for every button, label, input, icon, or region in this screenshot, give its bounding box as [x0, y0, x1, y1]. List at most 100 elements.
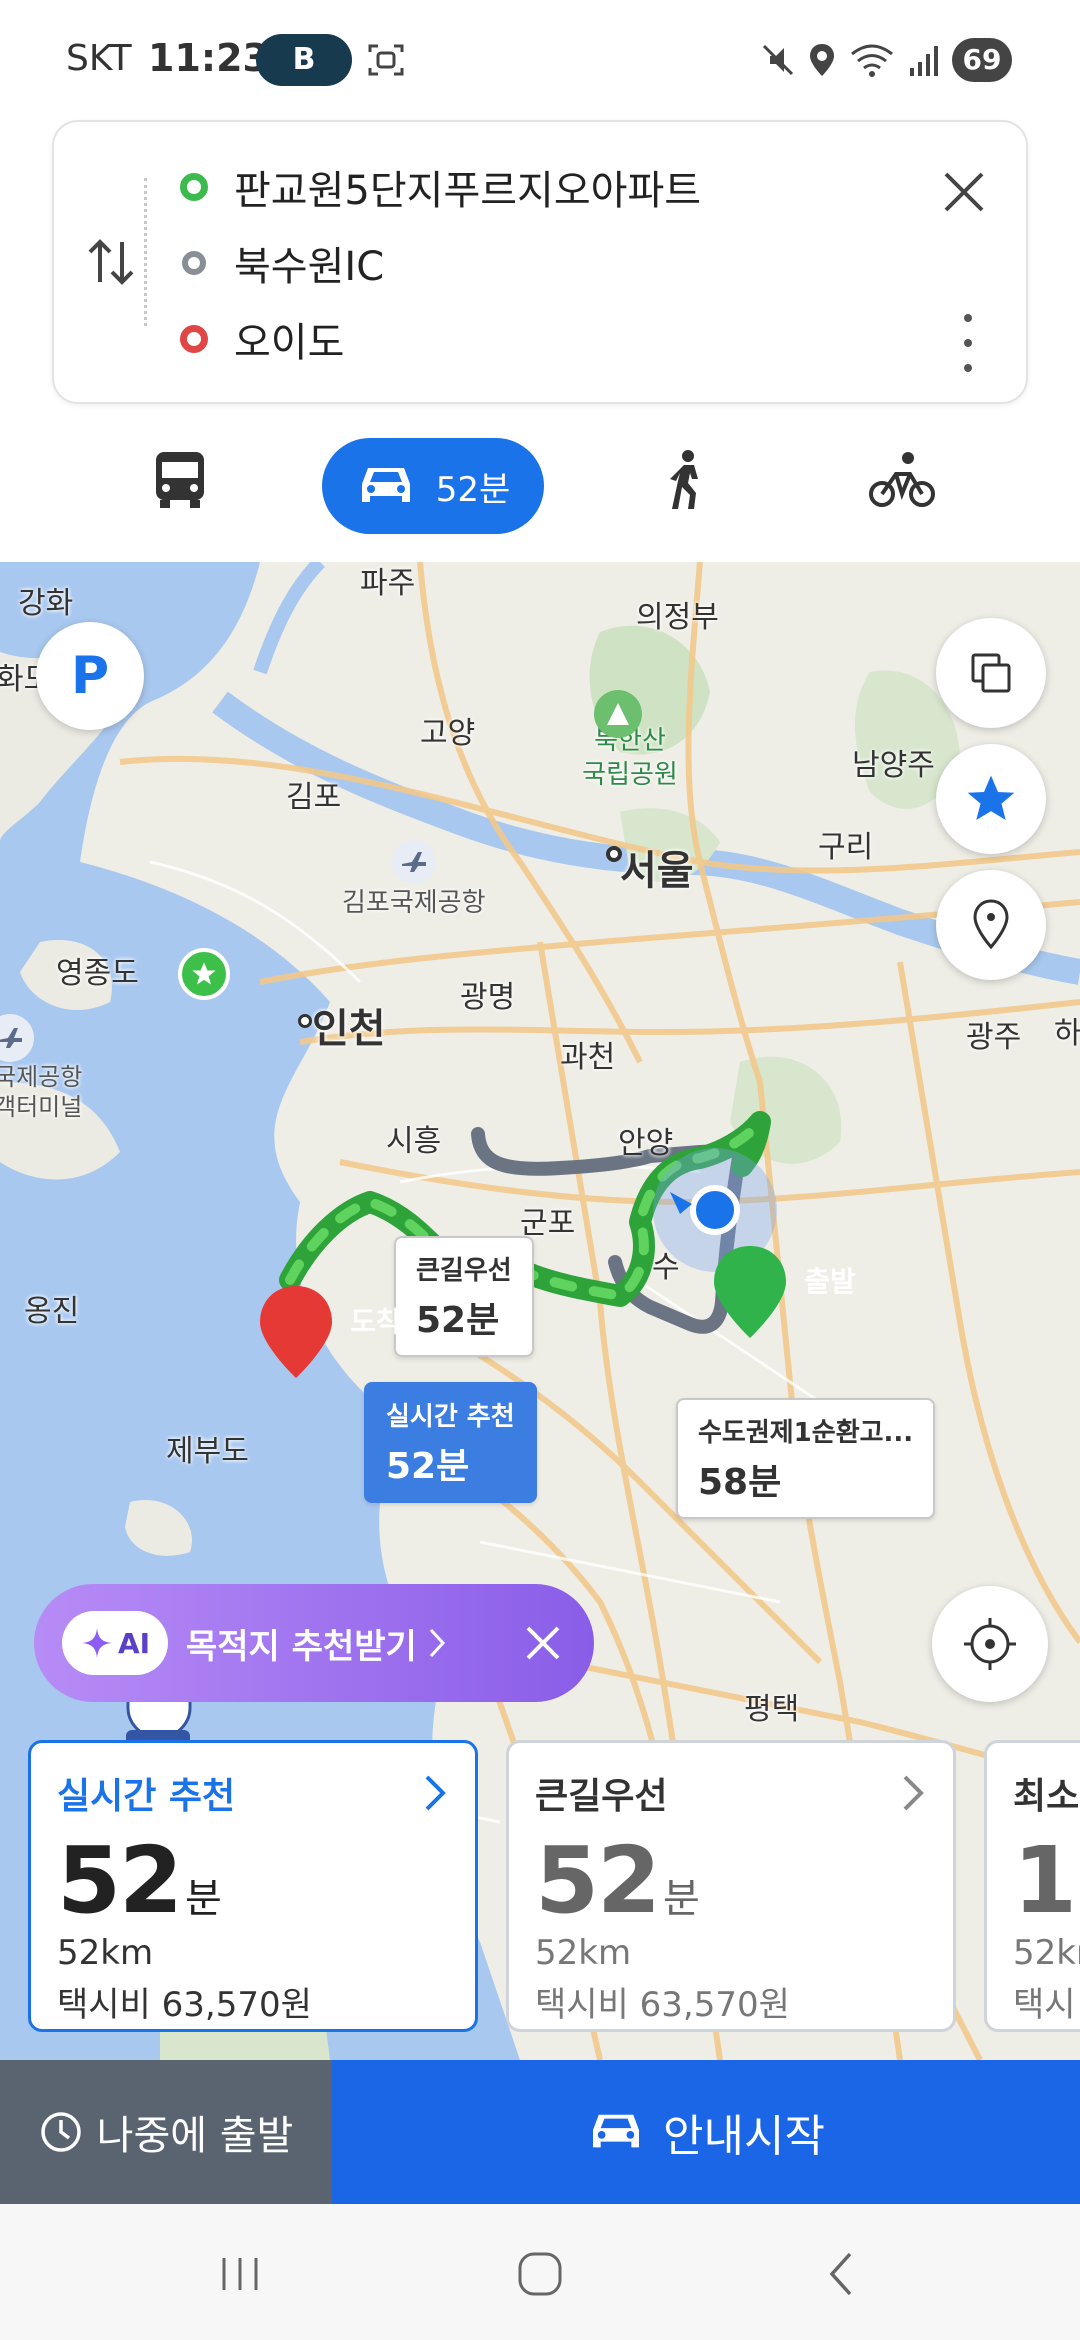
route-option-minimum[interactable]: 최소 1 시 52km 택시	[984, 1740, 1080, 2032]
layers-button[interactable]	[936, 618, 1046, 728]
car-duration-label: 52분	[435, 469, 511, 510]
app-badge: B	[256, 34, 352, 86]
tab-car[interactable]: 52분	[322, 438, 544, 534]
place-label: 제부도	[166, 1434, 249, 1469]
screenshot-icon	[368, 44, 404, 76]
bus-icon	[156, 452, 204, 508]
chevron-right-icon	[429, 1628, 445, 1658]
callout-title: 실시간 추천	[386, 1402, 515, 1432]
signal-icon	[910, 46, 938, 76]
carrier-label: SKT	[66, 38, 132, 79]
chevron-right-icon	[425, 1775, 446, 1811]
place-label: 안양	[618, 1126, 674, 1161]
route-option-realtime[interactable]: 실시간 추천 52 분 52km 택시비 63,570원	[28, 1740, 478, 2032]
walk-icon	[670, 450, 698, 509]
destination-pin[interactable]: 도착	[256, 1284, 402, 1380]
favorite-place-marker[interactable]	[178, 948, 230, 1000]
route-option-minutes: 52	[57, 1827, 183, 1934]
route-option-minutes: 52	[535, 1827, 661, 1934]
system-nav-bar	[0, 2204, 1080, 2340]
clock: 11:23	[148, 36, 269, 80]
status-bar: SKT 11:23 B 69	[0, 0, 1080, 118]
mute-icon	[762, 44, 794, 76]
place-label: 고양	[420, 716, 476, 751]
back-icon[interactable]	[812, 2244, 872, 2304]
recent-apps-icon[interactable]	[210, 2244, 270, 2304]
route-option-bigroad[interactable]: 큰길우선 52 분 52km 택시비 63,570원	[506, 1740, 956, 2032]
route-option-distance: 52km	[1013, 1933, 1080, 1973]
destination-field[interactable]: 오이도	[234, 310, 344, 368]
route-option-minutes: 1	[1013, 1827, 1077, 1934]
route-callout-ring[interactable]: 수도권제1순환고... 58분	[676, 1398, 936, 1519]
route-option-title: 실시간 추천	[57, 1776, 236, 1817]
destination-dot	[180, 325, 208, 353]
location-icon	[810, 44, 834, 76]
tab-walk[interactable]	[636, 430, 736, 530]
waypoint-row[interactable]: 북수원IC	[180, 234, 384, 292]
my-location-button[interactable]	[932, 1586, 1048, 1702]
place-label: 김포국제공항	[342, 888, 486, 918]
route-option-fare: 택시	[1013, 1985, 1076, 2025]
clock-icon	[40, 2112, 81, 2152]
destination-row[interactable]: 오이도	[180, 310, 344, 368]
route-option-time: 52 분	[57, 1833, 449, 1929]
car-icon	[361, 468, 410, 502]
close-icon[interactable]	[520, 1620, 566, 1666]
place-label: 구리	[818, 830, 874, 865]
callout-title: 수도권제1순환고...	[698, 1418, 914, 1448]
place-label: 영종도	[56, 956, 139, 991]
place-label: 수	[652, 1250, 680, 1285]
depart-later-label: 나중에 출발	[96, 2113, 294, 2159]
route-option-title: 최소	[1013, 1776, 1080, 1817]
start-navigation-button[interactable]: 안내시작	[332, 2060, 1080, 2204]
route-options: 실시간 추천 52 분 52km 택시비 63,570원 큰길우선 52 분 5…	[0, 1728, 1080, 2068]
place-label: 광명	[460, 980, 516, 1015]
callout-time: 52분	[386, 1446, 470, 1487]
layers-icon	[971, 653, 1011, 693]
city-marker	[606, 846, 622, 862]
parking-button[interactable]: P	[36, 622, 144, 730]
origin-field[interactable]: 판교원5단지푸르지오아파트	[234, 158, 701, 216]
city-marker	[298, 1014, 312, 1028]
crosshair-icon	[964, 1618, 1016, 1670]
close-icon[interactable]	[934, 162, 994, 222]
start-pin[interactable]: 출발	[710, 1244, 856, 1340]
depart-later-button[interactable]: 나중에 출발	[0, 2060, 332, 2204]
place-label-seoul: 서울	[620, 848, 694, 894]
callout-title: 큰길우선	[416, 1256, 512, 1286]
place-label: 과천	[560, 1040, 616, 1075]
swap-icon[interactable]	[84, 232, 138, 292]
place-label: 옹진	[24, 1294, 80, 1329]
place-label: 파주	[360, 566, 416, 601]
more-options-icon[interactable]	[960, 310, 976, 376]
route-option-unit: 분	[185, 1876, 222, 1922]
waypoint-field[interactable]: 북수원IC	[234, 234, 384, 292]
status-icons	[762, 40, 938, 80]
ai-destination-banner[interactable]: AI 목적지 추천받기	[34, 1584, 594, 1702]
callout-time: 58분	[698, 1462, 782, 1503]
bicycle-icon	[869, 452, 935, 507]
route-option-unit: 분	[663, 1876, 700, 1922]
battery-indicator: 69	[952, 38, 1012, 82]
location-pin-button[interactable]	[936, 870, 1046, 980]
route-option-time: 52 분	[535, 1833, 927, 1929]
favorites-button[interactable]	[936, 744, 1046, 854]
action-bar: 나중에 출발 안내시작	[0, 2060, 1080, 2204]
airport-icon	[392, 840, 436, 884]
transport-mode-tabs: 52분	[0, 430, 1080, 540]
wifi-icon	[851, 44, 893, 77]
origin-dot	[180, 173, 208, 201]
tab-transit[interactable]	[130, 430, 230, 530]
home-icon[interactable]	[510, 2244, 570, 2304]
place-label: 하	[1054, 1016, 1080, 1051]
map-pin-icon	[973, 899, 1009, 950]
ai-banner-text[interactable]: 목적지 추천받기	[186, 1619, 417, 1668]
ai-badge: AI	[62, 1611, 168, 1675]
route-input-card: 판교원5단지푸르지오아파트 북수원IC 오이도	[52, 120, 1028, 404]
origin-row[interactable]: 판교원5단지푸르지오아파트	[180, 158, 701, 216]
route-option-time: 1 시	[1013, 1833, 1080, 1929]
place-label: 시흥	[386, 1124, 442, 1159]
tab-bike[interactable]	[852, 430, 952, 530]
place-label: 평택	[744, 1692, 800, 1727]
route-callout-realtime[interactable]: 실시간 추천 52분	[364, 1382, 537, 1503]
